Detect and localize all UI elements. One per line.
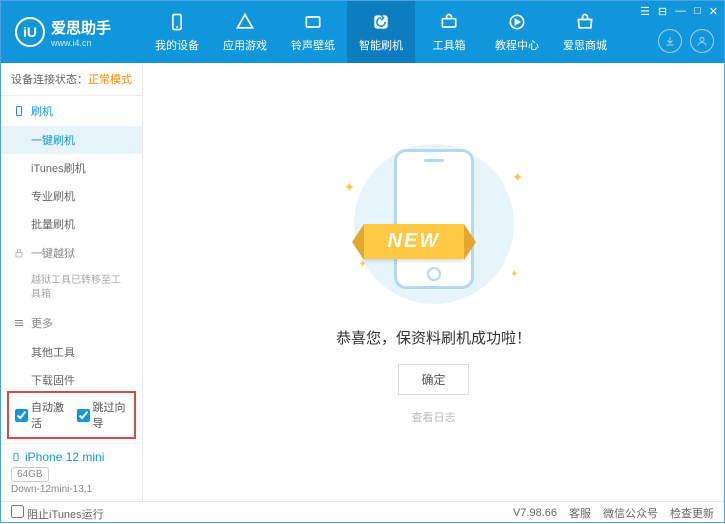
main-content: ✦ ✦ ✦ ✦ NEW 恭喜您，保资料刷机成功啦！ 确定 查看日志 [143,63,724,501]
lock-small-icon [13,247,25,259]
app-name: 爱思助手 [51,17,111,38]
footer: 阻止iTunes运行 V7.98.66 客服 微信公众号 检查更新 [1,501,724,524]
window-controls: ☰ ⊟ — □ ✕ [640,5,718,18]
wallpaper-icon [302,11,324,33]
new-ribbon: NEW [364,224,465,259]
apps-icon [234,11,256,33]
nav-ringtone[interactable]: 铃声壁纸 [279,1,347,63]
nav-tools[interactable]: 工具箱 [415,1,483,63]
nav-my-device[interactable]: 我的设备 [143,1,211,63]
tutorial-icon [506,11,528,33]
device-info[interactable]: iPhone 12 mini 64GB Down-12mini-13,1 [1,443,142,501]
phone-small-icon [13,105,25,117]
phone-icon [166,11,188,33]
list-icon [13,317,25,329]
logo-icon: iU [15,17,45,47]
nav-store[interactable]: 爱思商城 [551,1,619,63]
sidebar-group-jailbreak[interactable]: 一键越狱 [1,238,142,268]
device-phone-icon [11,450,21,464]
nav-flash[interactable]: 智能刷机 [347,1,415,63]
store-icon [574,11,596,33]
success-message: 恭喜您，保资料刷机成功啦！ [336,327,531,348]
success-illustration: ✦ ✦ ✦ ✦ NEW [334,139,534,309]
ok-button[interactable]: 确定 [398,364,468,395]
header-side-controls [658,29,714,53]
user-icon[interactable] [690,29,714,53]
sidebar-item-pro[interactable]: 专业刷机 [1,182,142,210]
sidebar-item-itunes[interactable]: iTunes刷机 [1,154,142,182]
version-label: V7.98.66 [513,507,557,519]
wechat-link[interactable]: 微信公众号 [603,505,658,521]
logo-area: iU 爱思助手 www.i4.cn [1,17,143,48]
device-storage: 64GB [11,467,49,482]
sidebar-group-flash[interactable]: 刷机 [1,96,142,126]
sidebar-item-other[interactable]: 其他工具 [1,338,142,366]
service-link[interactable]: 客服 [569,505,591,521]
refresh-icon [370,11,392,33]
device-name: iPhone 12 mini [11,450,132,464]
sidebar-item-batch[interactable]: 批量刷机 [1,210,142,238]
main-nav: 我的设备 应用游戏 铃声壁纸 智能刷机 工具箱 教程中心 爱思商城 [143,1,619,63]
lock-icon[interactable]: ⊟ [658,5,667,18]
close-icon[interactable]: ✕ [709,5,718,18]
checkbox-block-itunes[interactable]: 阻止iTunes运行 [11,505,104,522]
menu-icon[interactable]: ☰ [640,5,650,18]
nav-apps[interactable]: 应用游戏 [211,1,279,63]
nav-tutorial[interactable]: 教程中心 [483,1,551,63]
connection-status: 设备连接状态：正常模式 [1,63,142,96]
app-header: iU 爱思助手 www.i4.cn 我的设备 应用游戏 铃声壁纸 智能刷机 工具… [1,1,724,63]
checkbox-area: 自动激活 跳过向导 [7,391,136,439]
toolbox-icon [438,11,460,33]
jailbreak-note: 越狱工具已转移至工具箱 [1,268,142,308]
update-link[interactable]: 检查更新 [670,505,714,521]
sidebar-item-oneclick[interactable]: 一键刷机 [1,126,142,154]
download-icon[interactable] [658,29,682,53]
checkbox-skip-guide[interactable]: 跳过向导 [77,399,129,431]
minimize-icon[interactable]: — [675,5,686,18]
device-model: Down-12mini-13,1 [11,484,132,495]
maximize-icon[interactable]: □ [694,5,701,18]
sidebar: 设备连接状态：正常模式 刷机 一键刷机 iTunes刷机 专业刷机 批量刷机 一… [1,63,143,501]
app-website: www.i4.cn [51,38,111,48]
sidebar-group-more[interactable]: 更多 [1,308,142,338]
sidebar-item-download[interactable]: 下载固件 [1,366,142,387]
checkbox-auto-activate[interactable]: 自动激活 [15,399,67,431]
view-log-link[interactable]: 查看日志 [412,409,456,425]
